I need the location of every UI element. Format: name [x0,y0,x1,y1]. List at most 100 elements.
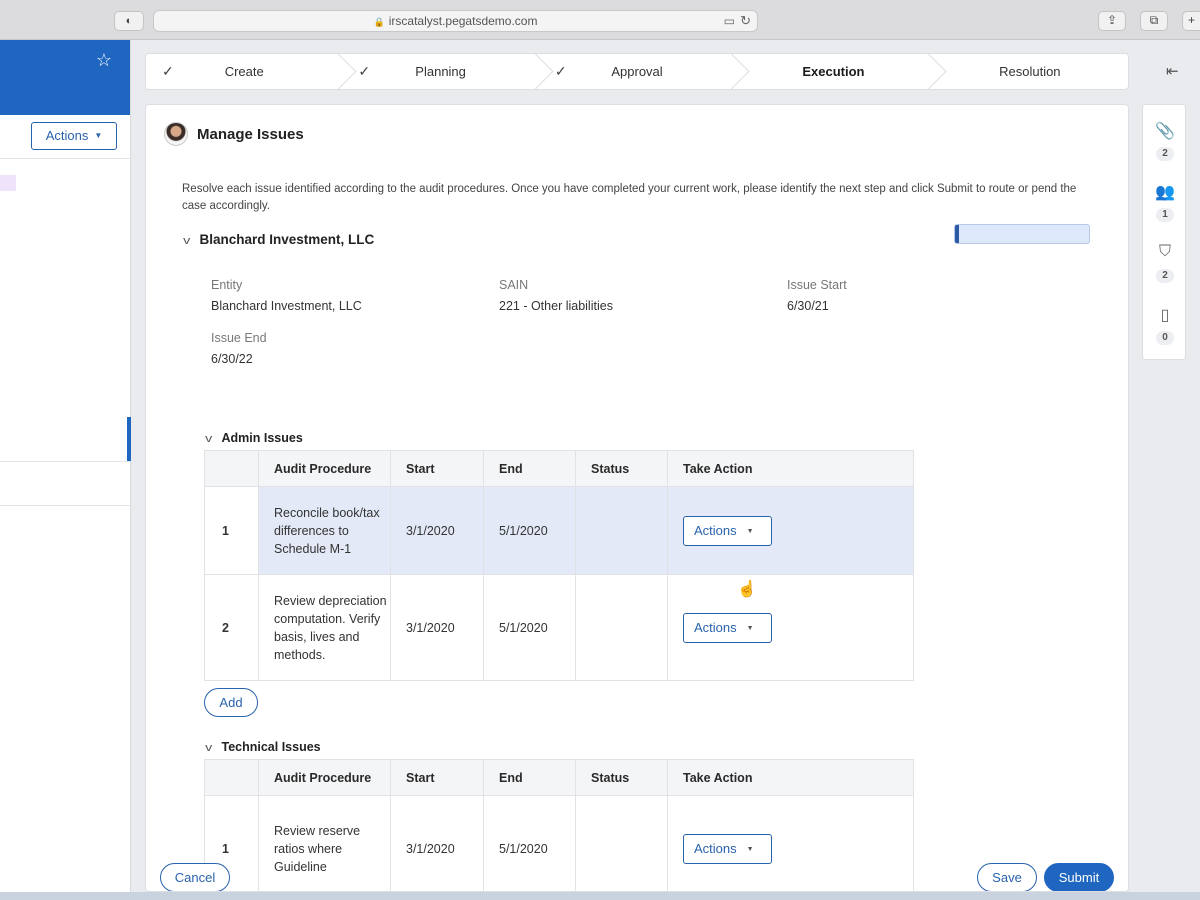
save-button[interactable]: Save [977,863,1037,891]
audit-procedure-cell: Review depreciation computation. Verify … [258,574,391,681]
check-icon: ✓ [162,63,174,79]
page-title: Manage Issues [197,126,304,143]
status-tag [0,175,16,191]
url-text: irscatalyst.pegatsdemo.com [388,14,538,28]
row-actions-label: Actions [694,619,737,635]
collapse-panel-icon[interactable]: ⇤ [1166,62,1179,80]
case-actions-label: Actions [45,128,89,143]
stage-create[interactable]: ✓ Create [146,54,342,89]
column-header: Audit Procedure [258,759,391,796]
browser-toolbar: ◐ 🔒 irscatalyst.pegatsdemo.com ▭ ↻ ⇪ ⧉ + [0,0,1200,40]
entity-heading: Blanchard Investment, LLC [199,232,375,247]
admin-issues-heading: Admin Issues [221,431,303,445]
tab-view-icon[interactable]: ▭ [724,11,735,31]
take-action-cell: Actions ▼ [667,486,914,575]
audit-procedure-cell: Review reserve ratios where Guideline [258,795,391,891]
instructions-text: Resolve each issue identified according … [182,183,1077,212]
table-header-row: Audit Procedure Start End Status Take Ac… [204,450,914,487]
paperclip-icon[interactable]: 📎 [1143,121,1187,141]
column-header: Take Action [667,450,914,487]
column-header: Status [575,450,668,487]
add-issue-button[interactable]: Add [204,688,258,717]
active-nav-indicator [127,417,131,461]
case-summary-panel: ☆ Actions ▼ [0,40,131,892]
followers-icon[interactable]: 👥 [1143,182,1187,202]
end-cell: 5/1/2020 [483,795,576,891]
notes-count-badge: 0 [1156,331,1174,345]
issue-start-label: Issue Start [787,278,847,292]
manage-issues-panel: Manage Issues Resolve each issue identif… [145,104,1129,892]
stage-planning[interactable]: ✓ Planning [342,54,538,89]
column-header: Start [390,450,484,487]
stage-resolution[interactable]: Resolution [932,54,1128,89]
row-actions-button[interactable]: Actions ▼ [683,515,772,546]
stage-label: Create [224,64,264,79]
admin-issues-table: Audit Procedure Start End Status Take Ac… [204,450,914,681]
stage-label: Execution [802,64,865,79]
attachments-count-badge: 2 [1156,147,1174,161]
stage-label: Approval [611,64,663,79]
progress-fill [955,225,959,243]
tag-icon[interactable]: ⛉ [1143,243,1187,261]
sain-label: SAIN [499,278,529,292]
column-header: Status [575,759,668,796]
column-header: Start [390,759,484,796]
divider [0,461,130,462]
row-actions-label: Actions [694,840,737,856]
new-tab-icon[interactable]: + [1182,11,1200,31]
submit-button[interactable]: Submit [1044,863,1114,891]
row-actions-button[interactable]: Actions ▼ [683,833,772,864]
column-header [204,450,259,487]
sain-value: 221 - Other liabilities [499,299,613,313]
table-row[interactable]: 1 Review reserve ratios where Guideline … [204,795,914,891]
stage-label: Resolution [999,64,1061,79]
table-header-row: Audit Procedure Start End Status Take Ac… [204,759,914,796]
status-cell [575,795,668,891]
tabs-overview-icon[interactable]: ⧉ [1140,11,1168,31]
star-icon[interactable]: ☆ [96,50,112,71]
audit-procedure-cell: Reconcile book/tax differences to Schedu… [258,486,391,575]
table-row[interactable]: 2 Review depreciation computation. Verif… [204,574,914,681]
take-action-cell: Actions ▼ [667,795,914,891]
window-bottom-edge [0,892,1200,900]
caret-down-icon: ▼ [94,131,103,140]
privacy-shield-icon[interactable]: ◐ [114,11,144,31]
row-number: 1 [204,486,259,575]
stage-execution[interactable]: Execution [735,54,931,89]
stage-approval[interactable]: ✓ Approval [539,54,735,89]
technical-issues-heading: Technical Issues [221,740,321,754]
chevron-down-icon: v [183,235,191,247]
issue-end-label: Issue End [211,331,267,345]
utility-rail: 📎 2 👥 1 ⛉ 2 ▯ 0 [1142,104,1186,360]
avatar [164,122,188,146]
clipboard-icon[interactable]: ▯ [1143,305,1187,325]
start-cell: 3/1/2020 [390,574,484,681]
caret-down-icon: ▼ [746,624,754,632]
cancel-button[interactable]: Cancel [160,863,230,891]
column-header: End [483,450,576,487]
case-actions-button[interactable]: Actions ▼ [31,122,117,150]
column-header: End [483,759,576,796]
row-actions-button[interactable]: Actions ▼ [683,612,772,643]
chevron-down-icon: v [205,433,213,445]
row-actions-label: Actions [694,522,737,538]
entity-section-header[interactable]: v Blanchard Investment, LLC [183,232,375,247]
divider [0,158,130,159]
row-number: 2 [204,574,259,681]
share-icon[interactable]: ⇪ [1098,11,1126,31]
check-icon: ✓ [358,63,371,79]
take-action-cell: Actions ▼ [667,574,914,681]
technical-issues-table: Audit Procedure Start End Status Take Ac… [204,759,914,891]
case-header: ☆ [0,40,130,115]
address-bar[interactable]: 🔒 irscatalyst.pegatsdemo.com ▭ ↻ [153,10,758,32]
technical-issues-header[interactable]: v Technical Issues [205,740,321,754]
start-cell: 3/1/2020 [390,486,484,575]
admin-issues-header[interactable]: v Admin Issues [205,431,303,445]
check-icon: ✓ [554,63,567,79]
reload-icon[interactable]: ↻ [740,11,751,31]
lock-icon: 🔒 [373,17,385,27]
column-header [204,759,259,796]
caret-down-icon: ▼ [746,527,754,535]
end-cell: 5/1/2020 [483,574,576,681]
table-row[interactable]: 1 Reconcile book/tax differences to Sche… [204,486,914,575]
